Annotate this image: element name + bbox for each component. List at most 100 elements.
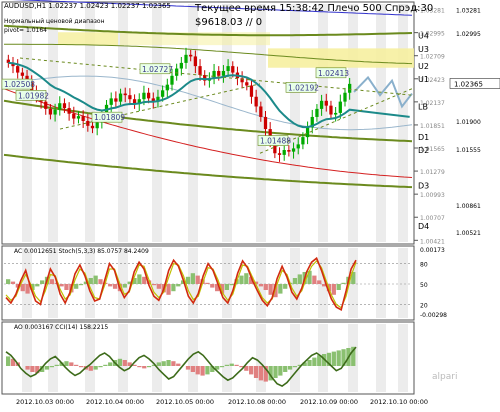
ao-bar — [190, 366, 195, 372]
session-shade — [48, 4, 58, 242]
ac-bar — [244, 273, 249, 284]
candle-body — [142, 92, 146, 100]
session-shade — [256, 324, 266, 392]
candle-body — [146, 92, 151, 99]
ao-bar — [25, 366, 30, 370]
candle-body — [86, 120, 90, 126]
candle-body — [348, 83, 352, 93]
ac-bar — [317, 280, 322, 284]
session-shade — [398, 324, 408, 392]
ao-bar — [234, 364, 239, 366]
candle-body — [193, 56, 198, 67]
candle-body — [118, 93, 123, 102]
ao-bar — [195, 366, 200, 375]
ao-bar — [283, 366, 288, 372]
brand-logo: alpari — [432, 372, 458, 382]
price-axis-label: 1.00993 — [420, 192, 445, 199]
candle-body — [343, 92, 347, 102]
ao-bar — [161, 361, 166, 366]
candle-body — [165, 84, 169, 91]
ac-bar — [166, 284, 171, 295]
candle-body — [287, 150, 291, 152]
candle-body — [319, 100, 324, 109]
candle-body — [95, 122, 99, 129]
right-axis-value: 1.02995 — [456, 31, 481, 38]
session-shade — [348, 4, 358, 242]
ac-bar — [40, 280, 45, 284]
price-annotation-label: 1.01982 — [18, 91, 49, 100]
candle-body — [254, 96, 258, 107]
candle-body — [53, 109, 57, 115]
candle-body — [301, 137, 305, 145]
candle-body — [184, 54, 188, 63]
price-axis-label: 1.01279 — [420, 169, 445, 176]
session-shade — [222, 248, 232, 318]
level-label-u2: U2 — [418, 62, 429, 71]
ac-bar — [263, 284, 268, 290]
ac-bar — [20, 284, 25, 292]
session-shade — [376, 248, 386, 318]
ac-bar — [278, 284, 283, 294]
time-axis-label: 2012.10.08 00:00 — [228, 398, 286, 406]
ao-bar — [292, 366, 298, 368]
ao-bar — [78, 366, 84, 368]
level-label-lb: LB — [418, 102, 428, 111]
current-price-label: 1.02365 — [454, 80, 483, 88]
ac-bar — [336, 284, 341, 290]
candle-body — [81, 116, 85, 121]
ao-bar — [200, 366, 205, 376]
ac-bar — [258, 284, 264, 287]
candle-body — [72, 113, 76, 119]
ao-bar — [108, 362, 113, 366]
price-annotation-label: 1.02727 — [142, 65, 173, 74]
ac-bar — [93, 275, 98, 284]
ac-bar — [210, 284, 215, 288]
price-annotation-label: 1.01488 — [260, 137, 291, 146]
ao-bar — [312, 357, 317, 366]
session-shade — [118, 324, 128, 392]
candle-body — [315, 108, 319, 117]
right-axis-value: 1.00521 — [456, 230, 481, 237]
ac-bar — [142, 276, 147, 284]
candle-body — [263, 116, 268, 130]
level-label-u4: U4 — [418, 31, 429, 40]
ac-bar — [239, 275, 244, 284]
ac-bar — [78, 284, 84, 286]
stoch-axis-label: 0.00173 — [420, 247, 445, 254]
ao-bar — [331, 351, 336, 366]
candle-body — [333, 112, 338, 115]
right-axis-value: 1.01555 — [456, 147, 481, 154]
ao-bar — [273, 366, 278, 378]
price-annotation-label: 1.01809 — [94, 113, 125, 122]
candle-body — [277, 153, 282, 155]
candle-body — [226, 66, 230, 71]
ao-bar — [219, 366, 225, 368]
ac-bar — [151, 284, 157, 286]
candle-body — [221, 70, 226, 76]
ao-bar — [336, 350, 341, 366]
ao-bar — [146, 366, 152, 368]
ao-bar — [185, 366, 191, 370]
candle-body — [305, 127, 310, 138]
stoch-axis-label: 80 — [420, 262, 428, 269]
candle-body — [48, 108, 53, 115]
candle-body — [114, 98, 118, 102]
ao-bar — [166, 360, 171, 366]
candle-body — [245, 82, 249, 86]
ao-bar — [117, 358, 123, 366]
candle-body — [179, 62, 183, 69]
ao-bar — [93, 366, 98, 370]
ac-bar — [190, 273, 195, 284]
session-shade — [222, 324, 232, 392]
pivot-subtitle: pivot= 1.0164 — [4, 27, 47, 34]
range-subtitle: Нормальный ценовой диапазон — [4, 18, 105, 25]
price-axis-label: 1.02709 — [420, 54, 445, 61]
ao-bar — [176, 363, 181, 366]
balance-line: $9618.03 // 0 — [195, 17, 263, 28]
ao-bar — [122, 360, 127, 366]
ao-bar — [103, 364, 108, 366]
session-shade — [152, 324, 162, 392]
ac-bar — [292, 278, 298, 284]
ao-bar — [249, 366, 254, 375]
candle-body — [20, 72, 25, 76]
